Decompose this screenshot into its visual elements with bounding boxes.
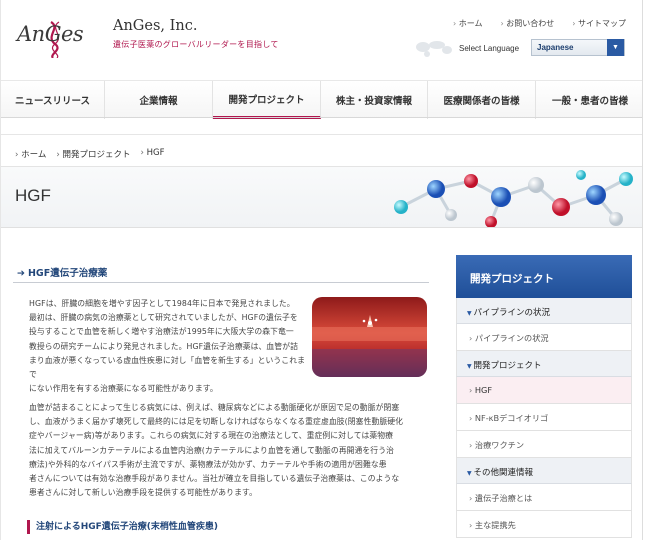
site-header: AnGes AnGes, Inc. 遺伝子医薬のグローバルリーダーを目指して ホ… (1, 0, 642, 74)
intro-line: 投与することで血管を新しく増やす治療法が1995年に大阪大学の森下竜一 (29, 327, 294, 337)
contact-link[interactable]: お問い合わせ (501, 18, 554, 29)
body-line: 症やバージャー病)等があります。これらの病気に対する現在の治療法として、重症例に… (29, 431, 394, 441)
body-line: 療法)や外科的なバイパス手術が主流ですが、薬物療法が効かず、カテーテルや手術の適… (29, 459, 387, 469)
sidebar-item-nfkb-decoy[interactable]: NF-κBデコイオリゴ (456, 404, 632, 431)
breadcrumb-home[interactable]: ホーム (15, 148, 46, 160)
utility-links: ホーム お問い合わせ サイトマップ (453, 18, 626, 29)
body-line: 者さんについては有効な治療手段がありません。当社が確立を目指している遺伝子治療薬… (29, 474, 400, 484)
sidebar-item-gene-therapy[interactable]: 遺伝子治療とは (456, 484, 632, 511)
company-tagline: 遺伝子医薬のグローバルリーダーを目指して (113, 40, 279, 49)
breadcrumb: ホーム 開発プロジェクト HGF (15, 148, 164, 160)
intro-line: まり血液が悪くなっている虚血性疾患に対し「血管を新生する」というこれまで (29, 355, 305, 380)
nav-general-patients[interactable]: 一般・患者の皆様 (536, 81, 642, 119)
intro-paragraph: HGFは、肝臓の細胞を増やす因子として1984年に日本で発見されました。 最初は… (29, 297, 309, 396)
blood-vessel-image (312, 297, 427, 377)
breadcrumb-projects[interactable]: 開発プロジェクト (56, 148, 130, 160)
home-link[interactable]: ホーム (453, 18, 483, 29)
sidebar-item-hgf[interactable]: HGF (456, 377, 632, 404)
page-title-band: HGF (1, 166, 642, 228)
sidebar-item-partners[interactable]: 主な提携先 (456, 511, 632, 538)
arrow-right-icon: ➔ (17, 268, 25, 279)
subsection-heading: 注射によるHGF遺伝子治療(末梢性血管疾患) (27, 520, 218, 534)
logo-text: AnGes (17, 22, 84, 46)
intro-line: 最初は、肝臓の病気の治療薬として研究されていましたが、HGFの遺伝子を (29, 313, 298, 323)
sitemap-link[interactable]: サイトマップ (572, 18, 626, 29)
section-heading: ➔ HGF遺伝子治療薬 (13, 261, 429, 283)
sidebar-category-related[interactable]: その他関連情報 (456, 458, 632, 484)
sidebar-category-pipeline[interactable]: パイプラインの状況 (456, 298, 632, 324)
molecule-banner-image (394, 170, 633, 227)
global-nav: ニュースリリース 企業情報 開発プロジェクト 株主・投資家情報 医療関係者の皆様… (1, 80, 642, 119)
breadcrumb-current: HGF (140, 148, 165, 160)
body-line: 血管が詰まることによって生じる病気には、例えば、糖尿病などによる動脈硬化が原因で… (29, 403, 400, 412)
company-name: AnGes, Inc. (113, 18, 198, 34)
content-divider (1, 134, 642, 135)
page-frame: AnGes AnGes, Inc. 遺伝子医薬のグローバルリーダーを目指して ホ… (0, 0, 643, 540)
section-heading-text: HGF遺伝子治療薬 (27, 268, 108, 279)
nav-divider (1, 117, 642, 118)
sidebar-item-vaccine[interactable]: 治療ワクチン (456, 431, 632, 458)
language-select-value: Japanese (537, 43, 574, 52)
sidebar-item-pipeline-status[interactable]: パイプラインの状況 (456, 324, 632, 351)
select-language-label: Select Language (459, 44, 520, 53)
intro-line: 教授らの研究チームにより発見されました。HGF遺伝子治療薬は、血管が詰 (29, 341, 298, 351)
intro-line: HGFは、肝臓の細胞を増やす因子として1984年に日本で発見されました。 (29, 299, 295, 308)
sidebar: 開発プロジェクト パイプラインの状況 パイプラインの状況 開発プロジェクト HG… (456, 255, 632, 540)
body-line: 法に加えてバルーンカテーテルによる血管内治療(カテーテルにより血管を通して動脈の… (29, 445, 394, 455)
world-map-icon (416, 41, 452, 57)
sidebar-title: 開発プロジェクト (456, 255, 632, 298)
intro-line: にない作用を有する治療薬になる可能性があります。 (29, 384, 218, 394)
nav-medical-professionals[interactable]: 医療関係者の皆様 (428, 81, 536, 119)
chevron-down-icon[interactable]: ▼ (607, 39, 624, 56)
language-select[interactable]: Japanese ▼ (531, 39, 625, 56)
nav-news-release[interactable]: ニュースリリース (1, 81, 105, 119)
body-line: 患者さんに対して新しい治療手段を提供する可能性があります。 (29, 488, 257, 498)
body-paragraph: 血管が詰まることによって生じる病気には、例えば、糖尿病などによる動脈硬化が原因で… (29, 401, 427, 500)
nav-development-projects[interactable]: 開発プロジェクト (213, 81, 321, 119)
body-line: し、血液がうまく届かず壊死して最終的には足を切断しなければならなくなる重症虚血肢… (29, 417, 404, 427)
nav-investor-info[interactable]: 株主・投資家情報 (321, 81, 428, 119)
sidebar-category-projects[interactable]: 開発プロジェクト (456, 351, 632, 377)
nav-company-info[interactable]: 企業情報 (105, 81, 213, 119)
page-title: HGF (15, 186, 51, 205)
anges-logo[interactable]: AnGes (15, 18, 95, 58)
